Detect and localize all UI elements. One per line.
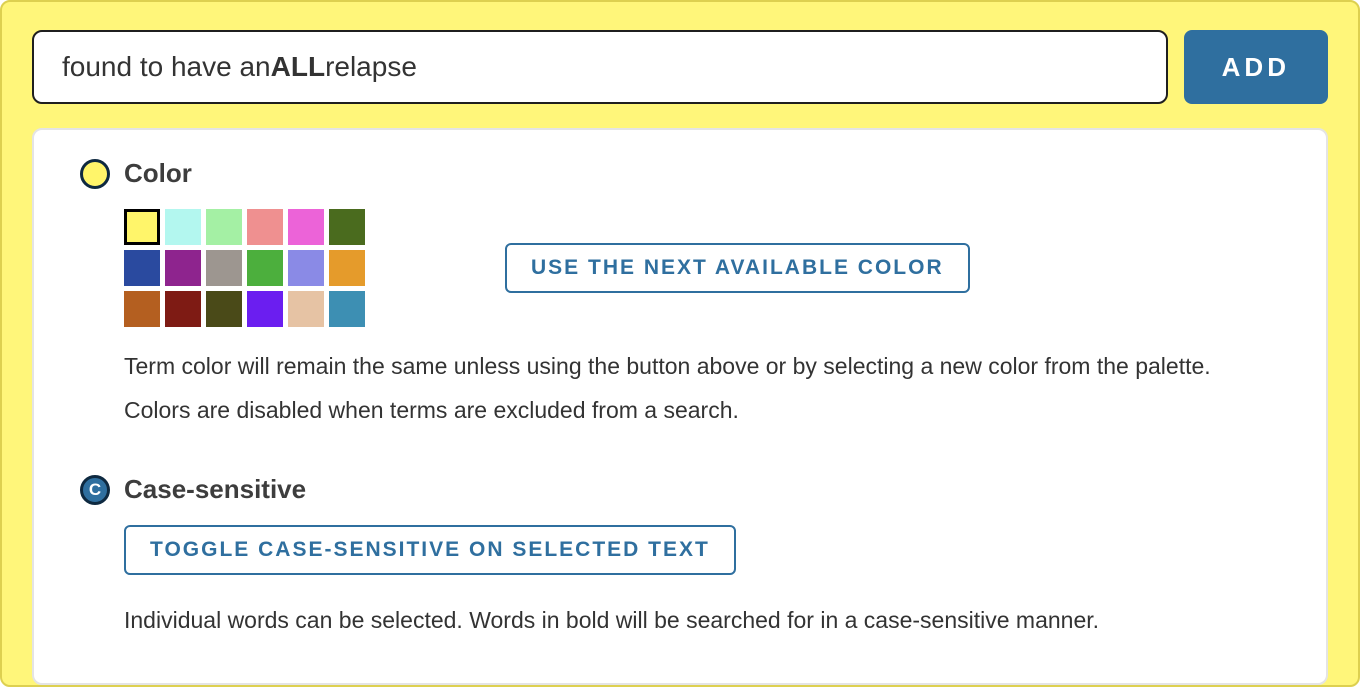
color-description: Term color will remain the same unless u… [124,345,1280,432]
color-section-body: USE THE NEXT AVAILABLE COLOR Term color … [80,209,1280,432]
color-palette [124,209,365,327]
color-section-header: Color [80,158,1280,189]
color-swatch[interactable] [206,250,242,286]
term-text-pre: found to have an [62,51,271,83]
color-swatch[interactable] [288,209,324,245]
top-row: found to have an ALL relapse ADD [32,30,1328,104]
color-swatch[interactable] [124,291,160,327]
color-swatch[interactable] [247,291,283,327]
color-swatch[interactable] [329,209,365,245]
case-sensitive-header: C Case-sensitive [80,474,1280,505]
color-swatch[interactable] [206,209,242,245]
color-section: Color USE THE NEXT AVAILABLE COLOR Term … [80,158,1280,432]
color-swatch[interactable] [124,209,160,245]
case-sensitive-section: C Case-sensitive TOGGLE CASE-SENSITIVE O… [80,474,1280,643]
color-swatch[interactable] [247,209,283,245]
term-text-post: relapse [325,51,417,83]
color-swatch[interactable] [206,291,242,327]
options-panel: Color USE THE NEXT AVAILABLE COLOR Term … [32,128,1328,685]
color-row: USE THE NEXT AVAILABLE COLOR [124,209,1280,327]
color-swatch[interactable] [247,250,283,286]
color-swatch[interactable] [288,291,324,327]
color-swatch[interactable] [165,250,201,286]
case-sensitive-icon: C [80,475,110,505]
color-swatch[interactable] [329,291,365,327]
case-sensitive-body: TOGGLE CASE-SENSITIVE ON SELECTED TEXT I… [80,525,1280,643]
term-editor-frame: found to have an ALL relapse ADD Color U… [0,0,1360,687]
color-swatch[interactable] [124,250,160,286]
color-swatch[interactable] [165,209,201,245]
color-section-title: Color [124,158,192,189]
term-text-input[interactable]: found to have an ALL relapse [32,30,1168,104]
add-button[interactable]: ADD [1184,30,1328,104]
color-swatch[interactable] [329,250,365,286]
term-text-bold: ALL [271,51,325,83]
color-swatch[interactable] [288,250,324,286]
color-swatch[interactable] [165,291,201,327]
color-ring-icon [80,159,110,189]
next-color-button[interactable]: USE THE NEXT AVAILABLE COLOR [505,243,970,293]
case-sensitive-title: Case-sensitive [124,474,306,505]
toggle-case-button[interactable]: TOGGLE CASE-SENSITIVE ON SELECTED TEXT [124,525,736,575]
case-sensitive-description: Individual words can be selected. Words … [124,599,1280,643]
